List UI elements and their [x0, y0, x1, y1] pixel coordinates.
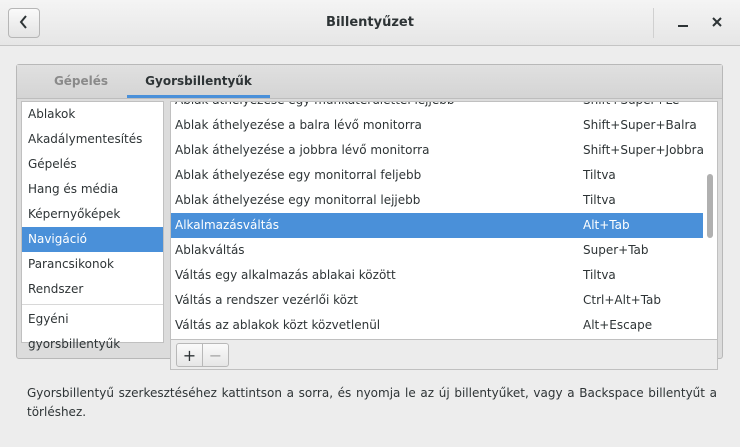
keyboard-panel: Gépelés Gyorsbillentyűk Ablakok Akadálym…	[16, 64, 723, 370]
shortcut-key: Alt+Tab	[583, 218, 630, 232]
shortcut-row[interactable]: Váltás az ablakok közt közvetlenül Alt+Es…	[171, 313, 703, 338]
shortcut-row[interactable]: Ablak áthelyezése a balra lévő monitorra…	[171, 113, 703, 138]
sidebar-divider	[22, 304, 163, 305]
minimize-icon	[678, 16, 688, 30]
shortcut-name: Ablak áthelyezése a jobbra lévő monitorr…	[175, 143, 430, 157]
sidebar-item-custom-shortcuts[interactable]: Egyéni gyorsbillentyűk	[22, 307, 163, 351]
shortcut-key: Shift+Super+Balra	[583, 118, 697, 132]
shortcut-key: Shift+Super+Jobbra	[583, 143, 704, 157]
minus-icon: −	[208, 345, 223, 365]
shortcut-name: Ablakváltás	[175, 243, 245, 257]
list-scrollbar[interactable]	[703, 102, 717, 339]
sidebar-item-typing[interactable]: Gépelés	[22, 152, 163, 177]
shortcut-row-selected[interactable]: Alkalmazásváltás Alt+Tab	[171, 213, 703, 238]
add-shortcut-button[interactable]: +	[176, 343, 203, 367]
shortcut-name: Alkalmazásváltás	[175, 218, 280, 232]
shortcut-name: Ablak áthelyezése a balra lévő monitorra	[175, 118, 422, 132]
shortcut-name: Váltás egy alkalmazás ablakai között	[175, 268, 396, 282]
list-toolbar: + −	[170, 340, 718, 370]
header-bar: Billentyűzet	[0, 0, 740, 46]
scrollbar-thumb[interactable]	[707, 174, 713, 238]
shortcut-key: Shift+Super+Le	[583, 102, 679, 113]
category-sidebar: Ablakok Akadálymentesítés Gépelés Hang é…	[21, 101, 164, 351]
sidebar-item-accessibility[interactable]: Akadálymentesítés	[22, 127, 163, 152]
tab-typing[interactable]: Gépelés	[37, 65, 125, 98]
shortcut-key: Alt+Escape	[583, 318, 653, 332]
shortcut-row[interactable]: Váltás egy alkalmazás ablakai között Tilt…	[171, 263, 703, 288]
close-icon	[712, 16, 722, 30]
shortcut-row[interactable]: Ablak áthelyezése egy munkaterülettel le…	[171, 102, 703, 113]
close-button[interactable]	[702, 8, 732, 38]
shortcut-name: Ablak áthelyezése egy monitorral lejjebb	[175, 193, 421, 207]
sidebar-item-windows[interactable]: Ablakok	[22, 102, 163, 127]
shortcut-key: Ctrl+Alt+Tab	[583, 293, 662, 307]
shortcut-name: Ablak áthelyezése egy munkaterülettel le…	[175, 102, 454, 113]
shortcut-row[interactable]: Váltás a rendszer vezérlői közt Ctrl+Alt+…	[171, 288, 703, 313]
help-text: Gyorsbillentyű szerkesztéséhez kattintso…	[27, 386, 717, 419]
shortcut-row[interactable]: Ablakváltás Super+Tab	[171, 238, 703, 263]
minimize-button[interactable]	[668, 8, 698, 38]
shortcut-key: Tiltva	[583, 168, 616, 182]
header-separator	[653, 8, 654, 38]
plus-icon: +	[182, 345, 197, 365]
shortcut-list: Ablak áthelyezése egy munkaterülettel le…	[170, 101, 718, 340]
shortcut-key: Tiltva	[583, 193, 616, 207]
sidebar-item-navigation[interactable]: Navigáció	[22, 227, 163, 252]
shortcut-row[interactable]: Ablak áthelyezése a jobbra lévő monitorr…	[171, 138, 704, 163]
shortcut-key: Tiltva	[583, 268, 616, 282]
sidebar-item-launchers[interactable]: Parancsikonok	[22, 252, 163, 277]
shortcut-name: Váltás a rendszer vezérlői közt	[175, 293, 359, 307]
sidebar-item-sound-media[interactable]: Hang és média	[22, 177, 163, 202]
shortcut-name: Ablak áthelyezése egy monitorral feljebb	[175, 168, 422, 182]
shortcut-row[interactable]: Ablak áthelyezése egy monitorral lejjebb…	[171, 188, 703, 213]
tab-shortcuts[interactable]: Gyorsbillentyűk	[127, 65, 270, 98]
sidebar-item-screenshots[interactable]: Képernyőképek	[22, 202, 163, 227]
remove-shortcut-button[interactable]: −	[202, 343, 229, 367]
tab-bar: Gépelés Gyorsbillentyűk	[17, 65, 722, 99]
window-title: Billentyűzet	[326, 15, 414, 30]
sidebar-item-system[interactable]: Rendszer	[22, 277, 163, 302]
shortcut-row[interactable]: Ablak áthelyezése egy monitorral feljebb…	[171, 163, 703, 188]
shortcut-name: Váltás az ablakok közt közvetlenül	[175, 318, 381, 332]
shortcut-key: Super+Tab	[583, 243, 649, 257]
